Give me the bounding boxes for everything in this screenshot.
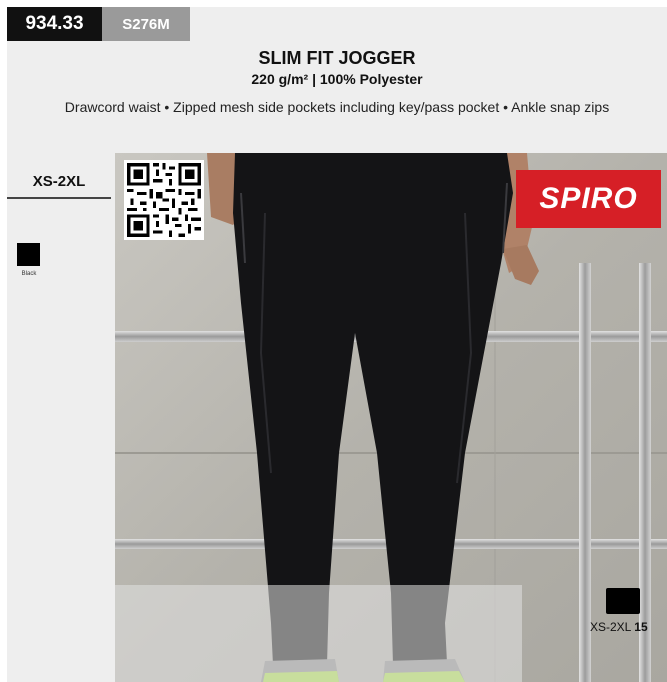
color-swatch-label: Black <box>21 271 37 277</box>
carton-quantity: 15 <box>634 620 648 634</box>
size-color-sidebar: XS-2XL Black <box>7 153 115 682</box>
product-title: SLIM FIT JOGGER <box>258 48 416 68</box>
qr-code-graphic <box>124 160 204 240</box>
carton-sizes: XS-2XL <box>590 620 631 634</box>
brand-logo-text: SPIRO <box>539 182 638 215</box>
product-description: Drawcord waist • Zipped mesh side pocket… <box>64 99 610 115</box>
carton-box-icon <box>606 588 640 614</box>
product-header: SLIM FIT JOGGER 220 g/m² | 100% Polyeste… <box>7 41 667 153</box>
divider <box>7 197 111 199</box>
carton-info: XS-2XL 15 <box>590 620 648 634</box>
product-subtitle: 220 g/m² | 100% Polyester <box>251 71 423 87</box>
size-range: XS-2XL <box>32 173 86 190</box>
qr-code[interactable] <box>124 160 204 240</box>
photo-overlay <box>115 585 522 682</box>
product-sku: S276M <box>102 7 190 41</box>
product-code: 934.33 <box>7 7 102 41</box>
color-swatch-black[interactable] <box>17 243 40 266</box>
brand-logo: SPIRO <box>516 170 661 228</box>
